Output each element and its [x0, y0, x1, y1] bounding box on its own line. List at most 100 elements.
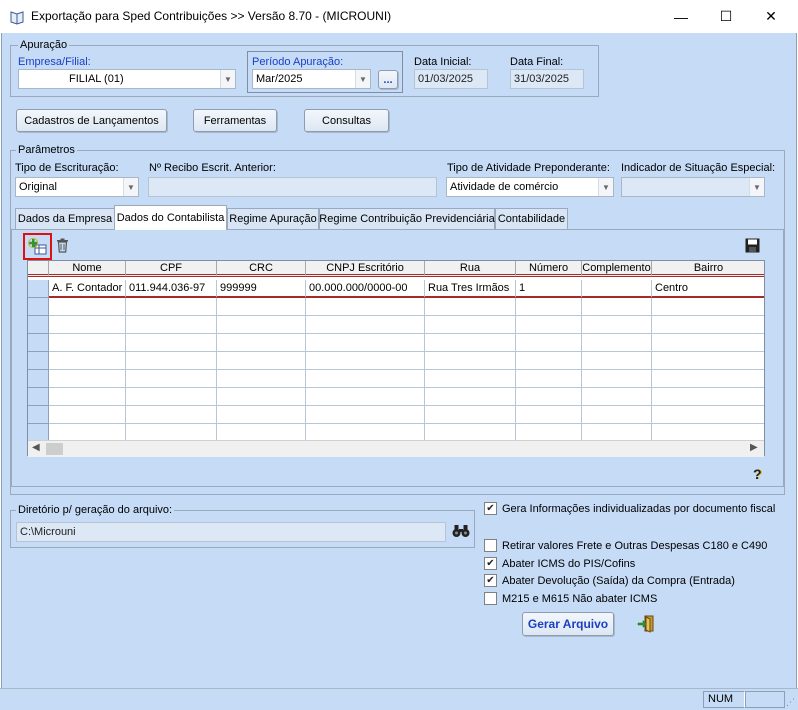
table-cell[interactable] — [425, 352, 516, 370]
table-cell[interactable] — [217, 316, 306, 334]
table-cell[interactable] — [582, 316, 652, 334]
table-cell[interactable] — [49, 334, 126, 352]
table-cell[interactable] — [126, 388, 217, 406]
situacao-select[interactable]: ▼ — [621, 177, 765, 197]
table-cell[interactable] — [126, 370, 217, 388]
table-cell[interactable] — [516, 406, 582, 424]
table-cell[interactable] — [306, 352, 425, 370]
table-cell[interactable] — [217, 298, 306, 316]
option-checkbox[interactable]: ✔ — [484, 502, 497, 515]
save-icon[interactable] — [745, 238, 760, 253]
table-cell[interactable] — [126, 352, 217, 370]
table-cell[interactable]: 1 — [516, 280, 582, 298]
table-cell[interactable] — [425, 298, 516, 316]
table-cell[interactable] — [49, 388, 126, 406]
table-cell[interactable] — [516, 352, 582, 370]
resize-grip-icon[interactable]: ⋰ — [786, 697, 796, 707]
table-cell[interactable] — [582, 334, 652, 352]
table-cell[interactable]: Centro — [652, 280, 764, 298]
table-cell[interactable] — [217, 388, 306, 406]
periodo-more-button[interactable]: ... — [378, 70, 398, 89]
table-cell[interactable] — [582, 388, 652, 406]
binoculars-icon[interactable] — [452, 524, 470, 538]
table-cell[interactable] — [49, 298, 126, 316]
col-header-cpf[interactable]: CPF — [126, 261, 217, 277]
table-cell[interactable] — [217, 370, 306, 388]
table-cell[interactable] — [516, 334, 582, 352]
table-cell[interactable] — [516, 316, 582, 334]
ferramentas-button[interactable]: Ferramentas — [193, 109, 277, 132]
row-indicator[interactable] — [28, 388, 49, 406]
empresa-select[interactable]: FILIAL (01) ▼ — [18, 69, 236, 89]
atividade-select[interactable]: Atividade de comércio ▼ — [446, 177, 614, 197]
maximize-button[interactable]: ☐ — [703, 0, 749, 33]
row-indicator[interactable] — [28, 406, 49, 424]
table-cell[interactable] — [126, 334, 217, 352]
row-indicator[interactable] — [28, 280, 49, 298]
diretorio-field[interactable]: C:\Microuni — [16, 522, 446, 542]
table-cell[interactable] — [425, 316, 516, 334]
minimize-button[interactable]: — — [658, 0, 704, 33]
chevron-down-icon[interactable]: ▼ — [123, 178, 138, 196]
col-header-bairro[interactable]: Bairro — [652, 261, 764, 277]
option-checkbox[interactable] — [484, 592, 497, 605]
table-cell[interactable] — [652, 316, 764, 334]
table-cell[interactable] — [582, 280, 652, 298]
cadastros-button[interactable]: Cadastros de Lançamentos — [16, 109, 167, 132]
table-cell[interactable]: Rua Tres Irmãos — [425, 280, 516, 298]
col-header-nome[interactable]: Nome — [49, 261, 126, 277]
tab-regime-apuracao[interactable]: Regime Apuração — [227, 208, 319, 229]
table-cell[interactable] — [425, 370, 516, 388]
table-cell[interactable]: A. F. Contador — [49, 280, 126, 298]
table-cell[interactable] — [652, 298, 764, 316]
consultas-button[interactable]: Consultas — [304, 109, 389, 132]
table-cell[interactable] — [425, 388, 516, 406]
col-header-numero[interactable]: Número — [516, 261, 582, 277]
option-item[interactable]: M215 e M615 Não abater ICMS — [484, 592, 657, 605]
table-cell[interactable] — [126, 298, 217, 316]
contabilista-grid[interactable]: Nome CPF CRC CNPJ Escritório Rua Número … — [27, 260, 765, 456]
help-icon[interactable]: ? — [753, 466, 767, 482]
table-cell[interactable] — [126, 316, 217, 334]
table-cell[interactable] — [306, 370, 425, 388]
table-cell[interactable] — [306, 298, 425, 316]
table-cell[interactable]: 011.944.036-97 — [126, 280, 217, 298]
tab-dados-contabilista[interactable]: Dados do Contabilista — [114, 205, 227, 230]
table-cell[interactable] — [582, 370, 652, 388]
table-cell[interactable]: 999999 — [217, 280, 306, 298]
table-cell[interactable] — [652, 352, 764, 370]
periodo-select[interactable]: Mar/2025 ▼ — [252, 69, 371, 89]
table-cell[interactable] — [516, 370, 582, 388]
table-cell[interactable] — [516, 298, 582, 316]
option-checkbox[interactable]: ✔ — [484, 557, 497, 570]
recibo-field[interactable] — [148, 177, 437, 197]
table-cell[interactable] — [306, 406, 425, 424]
option-item[interactable]: Retirar valores Frete e Outras Despesas … — [484, 539, 767, 552]
table-cell[interactable] — [217, 334, 306, 352]
chevron-down-icon[interactable]: ▼ — [598, 178, 613, 196]
table-cell[interactable] — [217, 352, 306, 370]
table-cell[interactable]: 00.000.000/0000-00 — [306, 280, 425, 298]
table-cell[interactable] — [516, 388, 582, 406]
table-cell[interactable] — [652, 370, 764, 388]
table-cell[interactable] — [652, 388, 764, 406]
tab-regime-previdenciaria[interactable]: Regime Contribuição Previdenciária — [319, 208, 495, 229]
table-cell[interactable] — [425, 334, 516, 352]
tab-dados-empresa[interactable]: Dados da Empresa — [15, 208, 115, 229]
table-cell[interactable] — [306, 334, 425, 352]
chevron-down-icon[interactable]: ▼ — [749, 178, 764, 196]
table-cell[interactable] — [582, 406, 652, 424]
close-button[interactable]: ✕ — [748, 0, 794, 33]
table-cell[interactable] — [652, 334, 764, 352]
row-indicator[interactable] — [28, 352, 49, 370]
row-indicator[interactable] — [28, 370, 49, 388]
add-record-icon[interactable] — [28, 238, 48, 256]
table-cell[interactable] — [582, 352, 652, 370]
scroll-left-icon[interactable]: ◀ — [32, 442, 40, 453]
option-item[interactable]: ✔ Abater Devolução (Saída) da Compra (Ent… — [484, 574, 735, 587]
exit-door-icon[interactable] — [637, 615, 655, 633]
trash-icon[interactable] — [56, 238, 69, 253]
tipo-escrituracao-select[interactable]: Original ▼ — [15, 177, 139, 197]
col-header-crc[interactable]: CRC — [217, 261, 306, 277]
row-indicator[interactable] — [28, 316, 49, 334]
